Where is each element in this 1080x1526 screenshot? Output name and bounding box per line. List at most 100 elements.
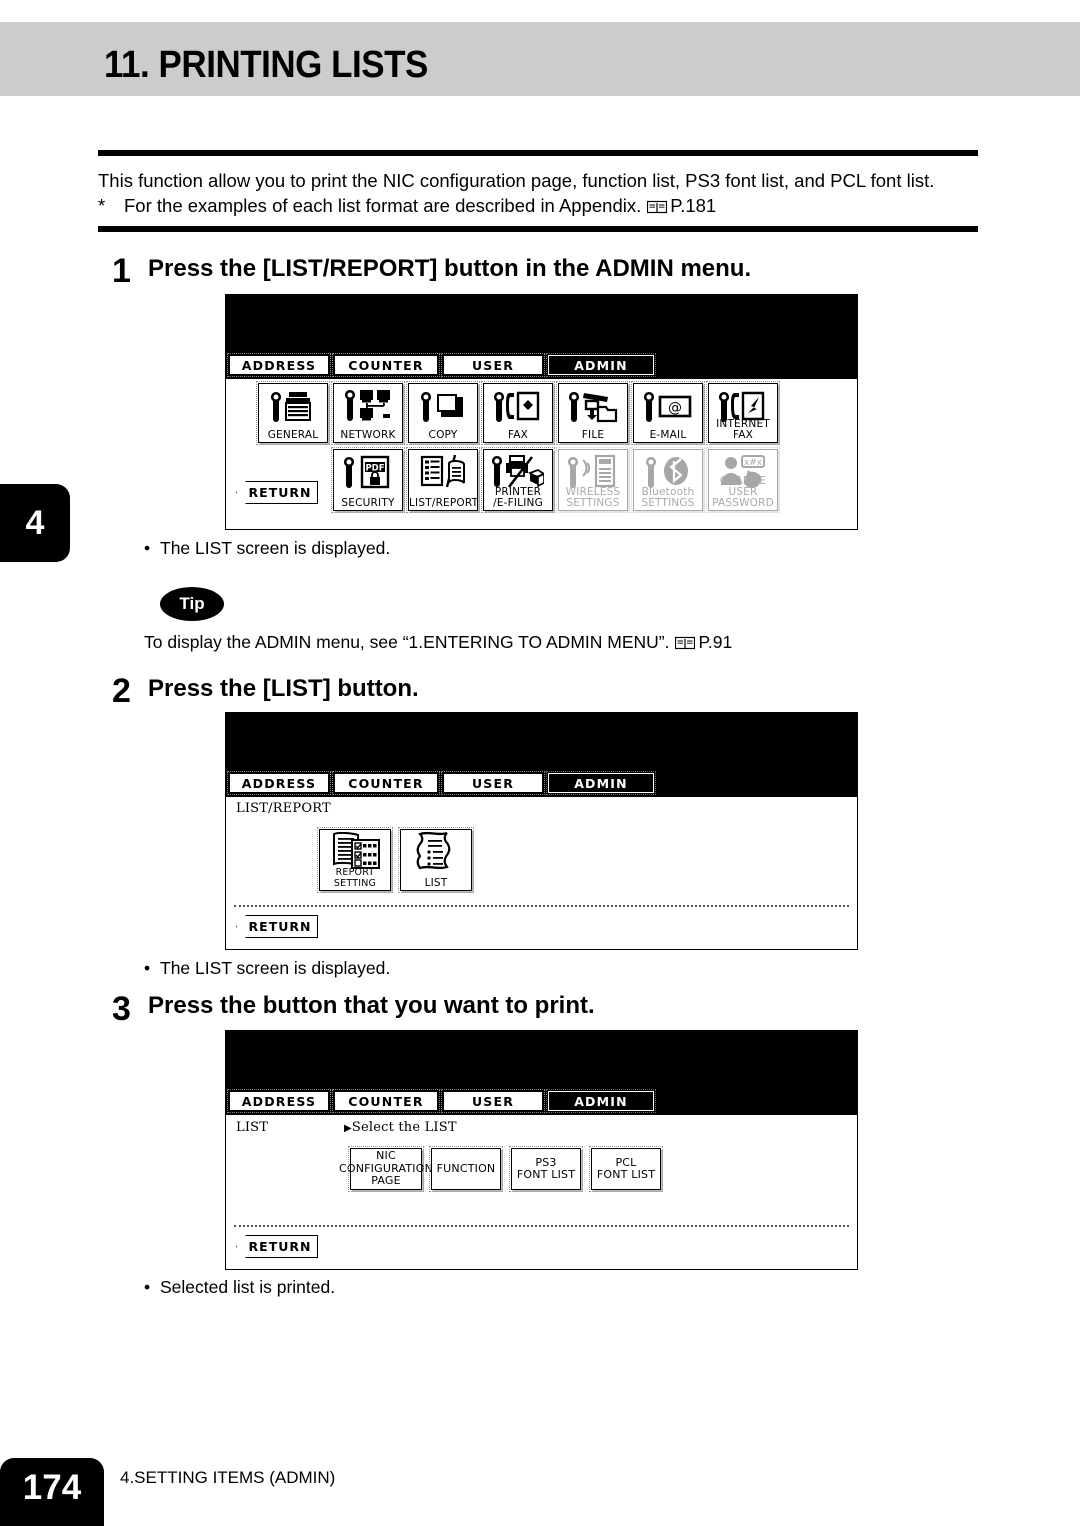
admin-button-list-report[interactable]: LIST/REPORT — [406, 447, 480, 513]
breadcrumb-list: LIST — [236, 1120, 269, 1135]
list-report-icon — [409, 452, 477, 492]
admin-button-security[interactable]: PDF SECURITY — [331, 447, 405, 513]
footnote-text: For the examples of each list format are… — [124, 195, 642, 216]
admin-button-network[interactable]: NETWORK — [331, 381, 405, 445]
tip-text: To display the ADMIN menu, see “1.ENTERI… — [144, 632, 670, 652]
lcd-tabbar-1: ADDRESS COUNTER USER ADMIN — [226, 353, 857, 379]
admin-button-wireless-settings: WIRELESS SETTINGS — [556, 447, 630, 513]
bullet-1: • — [144, 538, 151, 558]
admin-button-internet-fax[interactable]: INTERNET FAX — [706, 381, 780, 445]
lcd-status-bar-2 — [226, 713, 857, 773]
return-button-admin[interactable]: RETURN — [236, 481, 318, 504]
wrench-pdf-lock-icon: PDF — [334, 452, 402, 492]
admin-button-fax-label: FAX — [507, 429, 529, 441]
return-button-list-report[interactable]: RETURN — [236, 915, 318, 938]
admin-menu-body: GENERAL NETWORK COPY FAX FILE @ E-MAIL I… — [226, 379, 857, 529]
tab-admin[interactable]: ADMIN — [546, 1089, 656, 1113]
step-3-title: Press the button that you want to print. — [148, 992, 595, 1019]
admin-button-list-report-label: LIST/REPORT — [409, 497, 479, 509]
step-1-note-text: The LIST screen is displayed. — [160, 538, 391, 558]
step-3-note-text: Selected list is printed. — [160, 1277, 336, 1297]
tab-user[interactable]: USER — [441, 353, 545, 377]
prompt-arrow-icon: ▶ — [344, 1123, 352, 1134]
tip-text-row: To display the ADMIN menu, see “1.ENTERI… — [144, 632, 732, 653]
admin-button-file-label: FILE — [581, 429, 605, 441]
tab-user[interactable]: USER — [441, 1089, 545, 1113]
step-1-title: Press the [LIST/REPORT] button in the AD… — [148, 255, 752, 282]
list-screen-screenshot: ADDRESS COUNTER USER ADMIN LIST ▶Select … — [225, 1030, 858, 1270]
intro-footnote: * For the examples of each list format ar… — [98, 195, 716, 217]
list-button-nic-configuration-page[interactable]: NIC CONFIGURATION PAGE — [339, 1146, 433, 1192]
list-button-pcl-font-list[interactable]: PCL FONT LIST — [589, 1146, 663, 1192]
return-button-list[interactable]: RETURN — [236, 1235, 318, 1258]
wrench-fax-icon — [484, 386, 552, 426]
list-prompt-text: Select the LIST — [351, 1120, 457, 1135]
list-report-button-report-setting-label: REPORT SETTING — [333, 867, 377, 889]
list-button-function[interactable]: FUNCTION — [429, 1146, 503, 1192]
svg-text:x#x: x#x — [744, 458, 763, 468]
book-reference-icon — [647, 197, 668, 214]
tab-counter[interactable]: COUNTER — [332, 1089, 440, 1113]
step-2-title: Press the [LIST] button. — [148, 675, 419, 702]
admin-button-bluetooth-settings-label: Bluetooth SETTINGS — [641, 486, 695, 509]
admin-button-change-user-password-label: CHANGE USER PASSWORD — [712, 475, 774, 509]
wrench-envelope-at-icon: @ — [634, 386, 702, 426]
lcd-status-bar-3 — [226, 1031, 857, 1091]
list-icon — [401, 832, 471, 872]
tab-address[interactable]: ADDRESS — [227, 353, 331, 377]
report-setting-icon — [320, 832, 390, 872]
lcd-tabbar-3: ADDRESS COUNTER USER ADMIN — [226, 1089, 857, 1115]
wrench-file-folder-icon — [559, 386, 627, 426]
tab-admin[interactable]: ADMIN — [546, 353, 656, 377]
list-screen-body: LIST ▶Select the LIST NIC CONFIGURATION … — [226, 1115, 857, 1269]
footnote-asterisk: * — [98, 195, 106, 216]
page-number-badge: 174 — [0, 1458, 104, 1526]
admin-button-email[interactable]: @ E-MAIL — [631, 381, 705, 445]
page-title: 11. PRINTING LISTS — [104, 44, 428, 86]
step-3-note: • Selected list is printed. — [144, 1277, 335, 1298]
tab-admin[interactable]: ADMIN — [546, 771, 656, 795]
step-2-number: 2 — [112, 672, 131, 710]
admin-button-printer-efiling[interactable]: PRINTER /E-FILING — [481, 447, 555, 513]
step-1-number: 1 — [112, 252, 131, 290]
admin-button-file[interactable]: FILE — [556, 381, 630, 445]
tab-address[interactable]: ADDRESS — [227, 1089, 331, 1113]
footer-chapter-title: 4.SETTING ITEMS (ADMIN) — [120, 1468, 336, 1487]
list-prompt: ▶Select the LIST — [344, 1120, 457, 1135]
list-report-button-list-label: LIST — [424, 877, 448, 889]
admin-button-bluetooth-settings: Bluetooth SETTINGS — [631, 447, 705, 513]
admin-button-network-label: NETWORK — [340, 429, 396, 441]
lcd-status-bar-1 — [226, 295, 857, 355]
list-report-screenshot: ADDRESS COUNTER USER ADMIN LIST/REPORT R… — [225, 712, 858, 950]
step-2-note: • The LIST screen is displayed. — [144, 958, 390, 979]
chapter-tab-marker: 4 — [0, 484, 70, 562]
intro-description: This function allow you to print the NIC… — [98, 170, 935, 191]
tip-page-ref: P.91 — [698, 632, 733, 652]
divider-list — [234, 1225, 849, 1227]
bullet-2: • — [144, 958, 151, 978]
tab-counter[interactable]: COUNTER — [332, 771, 440, 795]
list-report-button-list[interactable]: LIST — [398, 827, 474, 893]
admin-button-general[interactable]: GENERAL — [256, 381, 330, 445]
intro-rule-bottom — [98, 226, 978, 232]
list-button-ps3-font-list[interactable]: PS3 FONT LIST — [509, 1146, 583, 1192]
divider-list-report — [234, 905, 849, 907]
list-report-button-report-setting[interactable]: REPORT SETTING — [317, 827, 393, 893]
tab-user[interactable]: USER — [441, 771, 545, 795]
admin-button-copy[interactable]: COPY — [406, 381, 480, 445]
admin-button-security-label: SECURITY — [341, 497, 395, 509]
admin-button-fax[interactable]: FAX — [481, 381, 555, 445]
lcd-tabbar-2: ADDRESS COUNTER USER ADMIN — [226, 771, 857, 797]
tip-badge: Tip — [160, 587, 224, 621]
admin-button-change-user-password: x#x CHANGE USER PASSWORD — [706, 447, 780, 513]
step-3-number: 3 — [112, 990, 131, 1028]
admin-button-copy-label: COPY — [428, 429, 458, 441]
intro-rule-top — [98, 150, 978, 156]
step-1-note: • The LIST screen is displayed. — [144, 538, 390, 559]
tab-counter[interactable]: COUNTER — [332, 353, 440, 377]
bullet-3: • — [144, 1277, 151, 1297]
footnote-page-ref: P.181 — [670, 195, 717, 216]
tab-address[interactable]: ADDRESS — [227, 771, 331, 795]
svg-text:@: @ — [668, 400, 682, 416]
wrench-copier-icon — [259, 386, 327, 426]
